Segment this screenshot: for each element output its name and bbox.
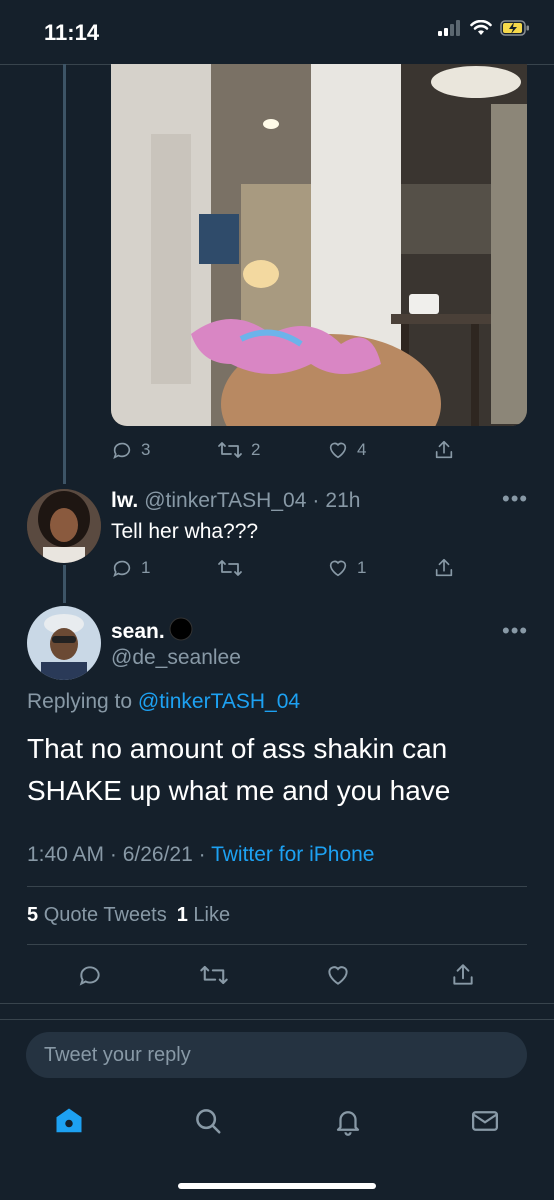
parent-share-button[interactable] [433, 439, 455, 461]
retweet-icon [217, 439, 243, 461]
reply-icon [111, 439, 133, 461]
more-options-icon: ••• [502, 486, 529, 511]
reply-display-name[interactable]: lw. [111, 489, 138, 513]
tweet-timestamp: 1:40 AM · 6/26/21 · [27, 843, 206, 866]
reply-reply-count: 1 [141, 558, 151, 577]
home-icon [54, 1108, 84, 1140]
reply-reply-button[interactable]: 1 [111, 557, 150, 579]
status-bar: 11:14 [0, 0, 554, 64]
parent-reply-count: 3 [141, 440, 151, 459]
parent-reply-button[interactable]: 3 [111, 439, 150, 461]
reply-handle[interactable]: @tinkerTASH_04 [144, 489, 306, 513]
like-count: 1 [176, 904, 188, 926]
composer-divider [0, 1019, 554, 1020]
parent-like-count: 4 [357, 440, 367, 459]
reply-like-count: 1 [357, 558, 367, 577]
tweet-media-video[interactable] [111, 64, 527, 426]
main-display-name[interactable]: sean. [111, 620, 165, 644]
main-retweet-button[interactable] [199, 962, 229, 993]
main-tweet-actions [0, 960, 554, 992]
reply-separator: · [312, 489, 320, 512]
search-icon [193, 1109, 223, 1140]
more-options-icon: ••• [502, 618, 529, 643]
tweet-source[interactable]: Twitter for iPhone [211, 843, 374, 866]
reply-share-button[interactable] [433, 557, 455, 579]
black-circle-emoji-icon [169, 617, 193, 647]
main-handle[interactable]: @de_seanlee [111, 646, 241, 670]
quote-tweets-link[interactable]: 5 Quote Tweets [27, 904, 167, 927]
meta-divider [27, 886, 527, 887]
tweet-reply-input[interactable]: Tweet your reply [26, 1032, 527, 1078]
tab-home[interactable] [54, 1106, 84, 1141]
parent-retweet-button[interactable]: 2 [217, 439, 260, 461]
thread-line [63, 64, 66, 484]
reply-tweet-actions: 1 1 [111, 554, 527, 582]
notifications-icon [333, 1111, 363, 1140]
reply-retweet-button[interactable] [217, 557, 243, 579]
retweet-icon [217, 557, 243, 579]
reply-time-ago: 21h [325, 489, 361, 512]
retweet-icon [199, 965, 229, 992]
share-icon [433, 557, 455, 579]
cellular-signal-icon [438, 20, 462, 41]
replying-to-prefix: Replying to [27, 690, 133, 713]
parent-like-button[interactable]: 4 [327, 439, 366, 461]
reply-author-avatar[interactable] [27, 489, 101, 563]
messages-icon [470, 1111, 500, 1140]
replying-to: Replying to @tinkerTASH_04 [27, 690, 300, 714]
tab-messages[interactable] [470, 1106, 500, 1141]
tweet-meta: 1:40 AM · 6/26/21 · Twitter for iPhone [27, 843, 374, 867]
quote-count: 5 [27, 904, 39, 926]
reply-like-button[interactable]: 1 [327, 557, 366, 579]
tab-notifications[interactable] [333, 1106, 363, 1141]
thread-line-lower [63, 565, 66, 603]
main-tweet-text: That no amount of ass shakin can SHAKE u… [27, 733, 451, 806]
stats-divider [27, 944, 527, 945]
main-author-avatar[interactable] [27, 606, 101, 680]
reply-input-placeholder: Tweet your reply [44, 1043, 191, 1066]
main-reply-button[interactable] [77, 962, 103, 993]
main-more-button[interactable]: ••• [502, 618, 528, 644]
wifi-icon [470, 19, 492, 41]
status-time: 11:14 [44, 20, 100, 45]
reply-more-button[interactable]: ••• [502, 486, 528, 512]
heart-icon [325, 966, 351, 992]
share-icon [433, 439, 455, 461]
main-name-row: sean. [111, 617, 193, 647]
main-share-button[interactable] [450, 962, 476, 993]
reply-header: lw. @tinkerTASH_04 · 21h [111, 489, 360, 513]
parent-tweet-actions: 3 2 4 [111, 436, 527, 464]
main-like-button[interactable] [325, 962, 351, 993]
home-indicator [178, 1183, 376, 1189]
heart-icon [327, 557, 349, 579]
heart-icon [327, 439, 349, 461]
replying-to-handle[interactable]: @tinkerTASH_04 [138, 690, 300, 713]
like-label: Like [193, 904, 231, 926]
quote-label: Quote Tweets [43, 904, 167, 926]
likes-link[interactable]: 1 Like [177, 904, 230, 927]
reply-icon [111, 557, 133, 579]
bottom-tab-bar [0, 1090, 554, 1160]
actions-divider [0, 1003, 554, 1004]
share-icon [450, 964, 476, 992]
engagement-stats: 5 Quote Tweets 1 Like [27, 904, 230, 927]
battery-charging-icon [500, 20, 530, 41]
status-icons [438, 19, 530, 41]
parent-retweet-count: 2 [251, 440, 261, 459]
tab-search[interactable] [193, 1106, 223, 1141]
reply-text: Tell her wha??? [111, 520, 259, 543]
reply-icon [77, 966, 103, 992]
video-thumbnail-icon [111, 64, 527, 426]
